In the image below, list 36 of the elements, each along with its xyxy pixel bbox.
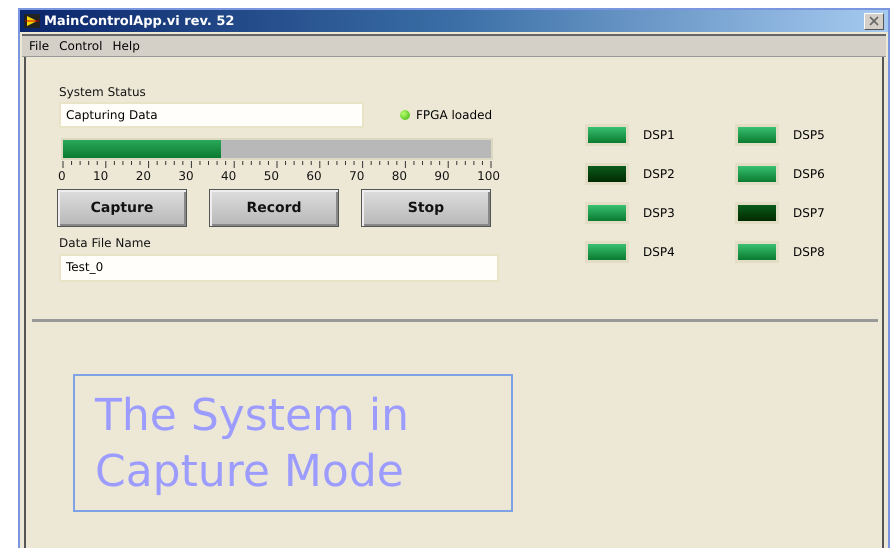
action-button[interactable]: Capture (57, 189, 187, 227)
led-label: DSP6 (793, 166, 825, 180)
close-icon (869, 16, 879, 26)
scale-label: 60 (306, 169, 322, 183)
field-label: Data File Name (59, 236, 151, 250)
scale-label: 70 (349, 169, 364, 183)
caption-text: Capture Mode (95, 445, 404, 499)
scale-label: 0 (58, 169, 66, 183)
scale-label: 40 (221, 169, 236, 183)
status-field: Capturing Data (59, 102, 364, 128)
scale-label: 10 (93, 169, 108, 183)
app-icon (24, 14, 40, 28)
field-label: System Status (59, 85, 146, 99)
scale-label: 30 (178, 169, 194, 183)
led-label: FPGA loaded (416, 108, 492, 122)
scale-label: 50 (264, 169, 279, 183)
menu-item[interactable]: File (24, 39, 54, 53)
scale-label: 90 (434, 169, 450, 183)
scale-label: 20 (136, 169, 151, 183)
file-name-field[interactable]: Test_0 (59, 254, 499, 282)
led-label: DSP3 (643, 206, 675, 220)
led-label: DSP4 (643, 244, 675, 258)
scale-label: 80 (392, 169, 408, 183)
led-label: DSP5 (793, 128, 825, 142)
led-label: DSP7 (793, 206, 825, 220)
action-button[interactable]: Stop (361, 189, 491, 227)
led-label: DSP8 (793, 244, 825, 258)
scale-label: 100 (477, 169, 500, 183)
menu-item[interactable]: Help (107, 39, 145, 53)
led-label: DSP1 (643, 128, 675, 142)
action-button[interactable]: Record (209, 189, 339, 227)
close-button[interactable] (864, 12, 884, 30)
caption-text: The System in (95, 389, 409, 443)
menu-item[interactable]: Control (54, 39, 108, 53)
window-title: MainControlApp.vi rev. 52 (44, 14, 236, 28)
led-label: DSP2 (643, 166, 675, 180)
